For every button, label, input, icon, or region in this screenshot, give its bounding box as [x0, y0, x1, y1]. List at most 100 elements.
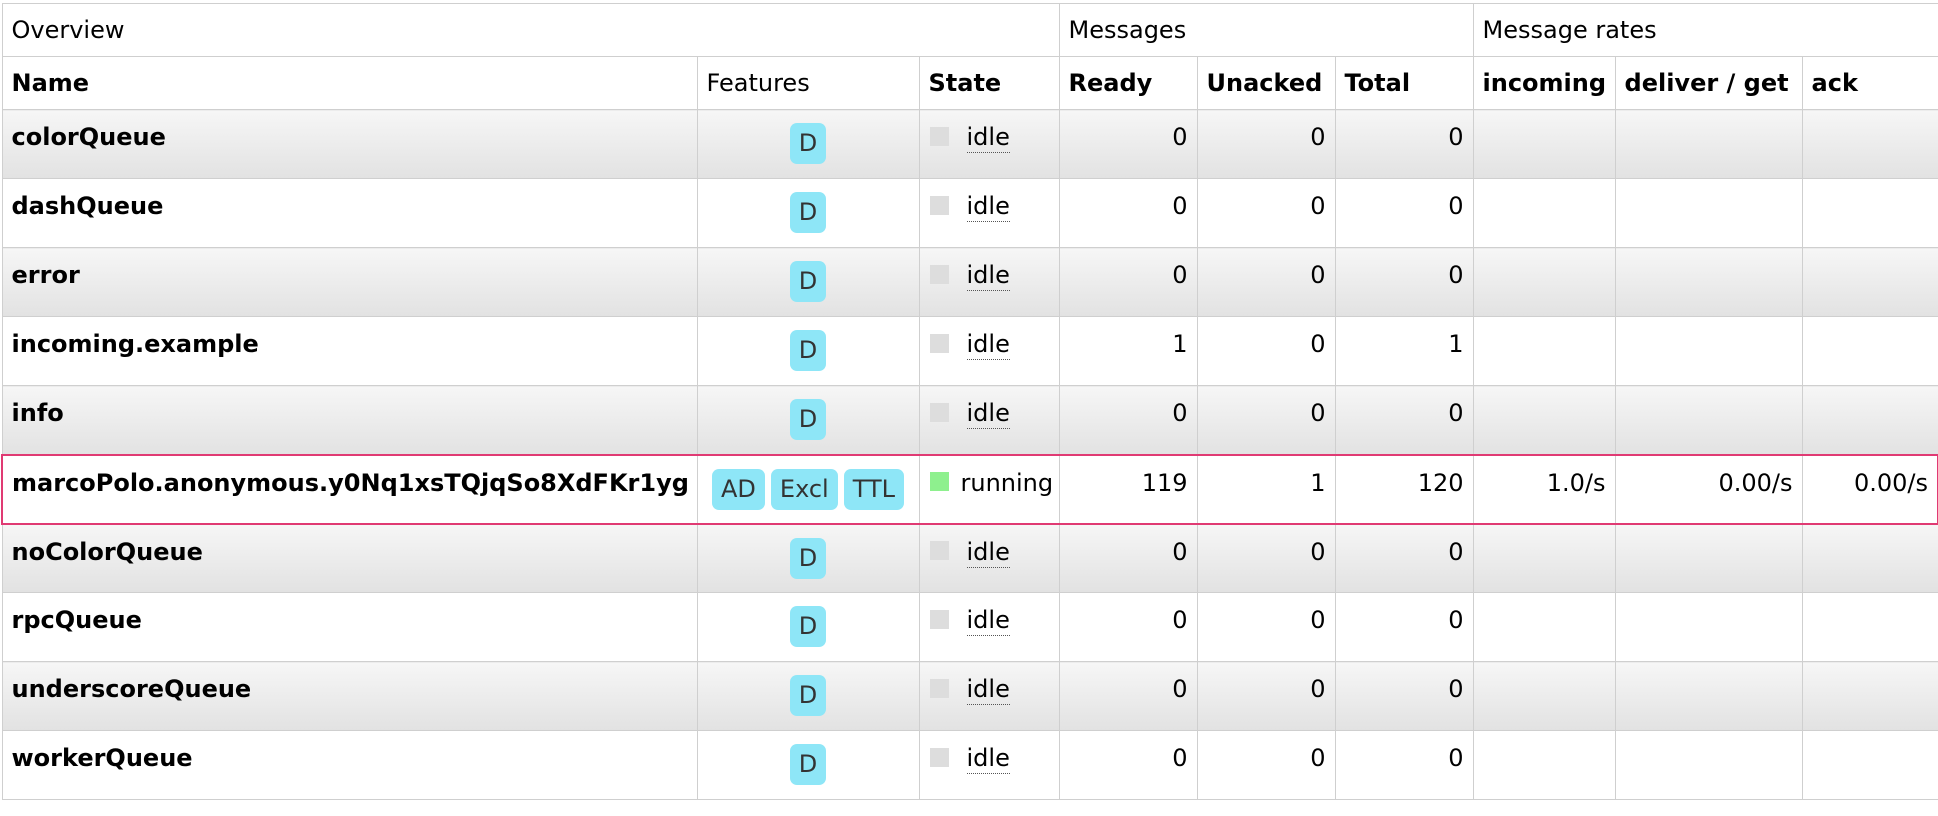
queue-list: colorQueue Didle 0 0 0 dashQueue Didle 0 0 0 error… [1, 109, 1938, 800]
queue-row[interactable]: dashQueue Didle 0 0 0 [1, 178, 1938, 248]
deliver-get-rate [1614, 730, 1803, 800]
queue-row[interactable]: noColorQueue Didle 0 0 0 [1, 523, 1938, 593]
ready-count: 0 [1058, 385, 1198, 455]
incoming-rate [1472, 661, 1616, 731]
queue-features-cell: D [696, 661, 920, 731]
ack-rate [1801, 385, 1938, 455]
incoming-rate [1472, 385, 1616, 455]
feature-badge: D [789, 330, 827, 371]
deliver-get-rate [1614, 109, 1803, 179]
queue-row[interactable]: info Didle 0 0 0 [1, 385, 1938, 455]
queue-state-cell: idle [918, 109, 1060, 179]
ready-count: 0 [1058, 178, 1198, 248]
queue-row[interactable]: underscoreQueue Didle 0 0 0 [1, 661, 1938, 731]
ready-count: 0 [1058, 730, 1198, 800]
incoming-rate [1472, 523, 1616, 593]
ready-count: 0 [1058, 247, 1198, 317]
total-count: 0 [1334, 592, 1474, 662]
feature-badge: D [789, 675, 827, 716]
unacked-count: 0 [1196, 385, 1336, 455]
deliver-get-rate [1614, 247, 1803, 317]
queue-name-link[interactable]: underscoreQueue [1, 661, 698, 731]
ready-count: 0 [1058, 109, 1198, 179]
ready-count: 119 [1058, 453, 1198, 525]
queue-row[interactable]: rpcQueue Didle 0 0 0 [1, 592, 1938, 662]
unacked-count: 0 [1196, 316, 1336, 386]
queue-name-link[interactable]: info [1, 385, 698, 455]
queue-state-cell: idle [918, 523, 1060, 593]
column-header-name[interactable]: Name [1, 56, 698, 110]
queues-table-container: Overview Messages Message rates Name Fea… [0, 0, 1938, 800]
queue-features-cell: D [696, 109, 920, 179]
feature-badge: D [789, 123, 827, 164]
unacked-count: 0 [1196, 592, 1336, 662]
unacked-count: 0 [1196, 247, 1336, 317]
state-label: idle [966, 330, 1010, 360]
total-count: 0 [1334, 385, 1474, 455]
feature-badge: D [789, 537, 827, 579]
queue-state-cell: idle [918, 178, 1060, 248]
queue-name-link[interactable]: dashQueue [1, 178, 698, 248]
queue-name-link[interactable]: error [1, 247, 698, 317]
incoming-rate [1472, 247, 1616, 317]
column-header-ready[interactable]: Ready [1058, 56, 1198, 110]
state-indicator-icon [929, 747, 949, 767]
column-header-incoming[interactable]: incoming [1472, 56, 1616, 110]
state-indicator-icon [929, 333, 949, 353]
queues-table: Overview Messages Message rates Name Fea… [1, 3, 1938, 800]
queue-state-cell: idle [918, 592, 1060, 662]
queue-row[interactable]: incoming.example Didle 1 0 1 [1, 316, 1938, 386]
queue-state-cell: running [918, 453, 1060, 525]
total-count: 0 [1334, 523, 1474, 593]
queue-state-cell: idle [918, 385, 1060, 455]
queue-name-link[interactable]: workerQueue [1, 730, 698, 800]
ack-rate: 0.00/s [1801, 453, 1938, 525]
queue-features-cell: D [696, 178, 920, 248]
unacked-count: 0 [1196, 661, 1336, 731]
state-label: idle [966, 744, 1010, 774]
column-header-ack[interactable]: ack [1801, 56, 1938, 110]
column-header-unacked[interactable]: Unacked [1196, 56, 1336, 110]
total-count: 0 [1334, 661, 1474, 731]
ack-rate [1801, 592, 1938, 662]
queue-name-link[interactable]: noColorQueue [1, 523, 698, 593]
column-header-features: Features [696, 56, 920, 110]
group-header-overview: Overview [1, 3, 1060, 57]
group-header-message-rates: Message rates [1472, 3, 1938, 57]
column-header-deliver-get[interactable]: deliver / get [1614, 56, 1803, 110]
queue-name-link[interactable]: colorQueue [1, 109, 698, 179]
incoming-rate [1472, 730, 1616, 800]
queue-row[interactable]: colorQueue Didle 0 0 0 [1, 109, 1938, 179]
queue-name-link[interactable]: incoming.example [1, 316, 698, 386]
queue-state-cell: idle [918, 247, 1060, 317]
deliver-get-rate [1614, 592, 1803, 662]
total-count: 120 [1334, 453, 1474, 525]
incoming-rate: 1.0/s [1472, 453, 1616, 525]
queue-state-cell: idle [918, 730, 1060, 800]
ack-rate [1801, 109, 1938, 179]
queue-row[interactable]: error Didle 0 0 0 [1, 247, 1938, 317]
total-count: 0 [1334, 109, 1474, 179]
state-indicator-icon [929, 678, 949, 698]
queue-row[interactable]: workerQueue Didle 0 0 0 [1, 730, 1938, 800]
queue-features-cell: D [696, 730, 920, 800]
deliver-get-rate: 0.00/s [1614, 453, 1803, 525]
queue-name-link[interactable]: marcoPolo.anonymous.y0Nq1xsTQjqSo8XdFKr1… [1, 453, 698, 525]
total-count: 0 [1334, 178, 1474, 248]
unacked-count: 1 [1196, 453, 1336, 525]
queue-row[interactable]: marcoPolo.anonymous.y0Nq1xsTQjqSo8XdFKr1… [1, 453, 1938, 525]
state-label: idle [966, 261, 1010, 291]
ack-rate [1801, 178, 1938, 248]
incoming-rate [1472, 109, 1616, 179]
ack-rate [1801, 661, 1938, 731]
ready-count: 0 [1058, 523, 1198, 593]
total-count: 1 [1334, 316, 1474, 386]
queue-features-cell: D [696, 592, 920, 662]
queue-name-link[interactable]: rpcQueue [1, 592, 698, 662]
queue-features-cell: D [696, 523, 920, 593]
feature-badge: AD [712, 468, 765, 510]
state-indicator-icon [929, 541, 949, 560]
column-header-total[interactable]: Total [1334, 56, 1474, 110]
column-header-state[interactable]: State [918, 56, 1060, 110]
state-indicator-icon [929, 264, 949, 284]
